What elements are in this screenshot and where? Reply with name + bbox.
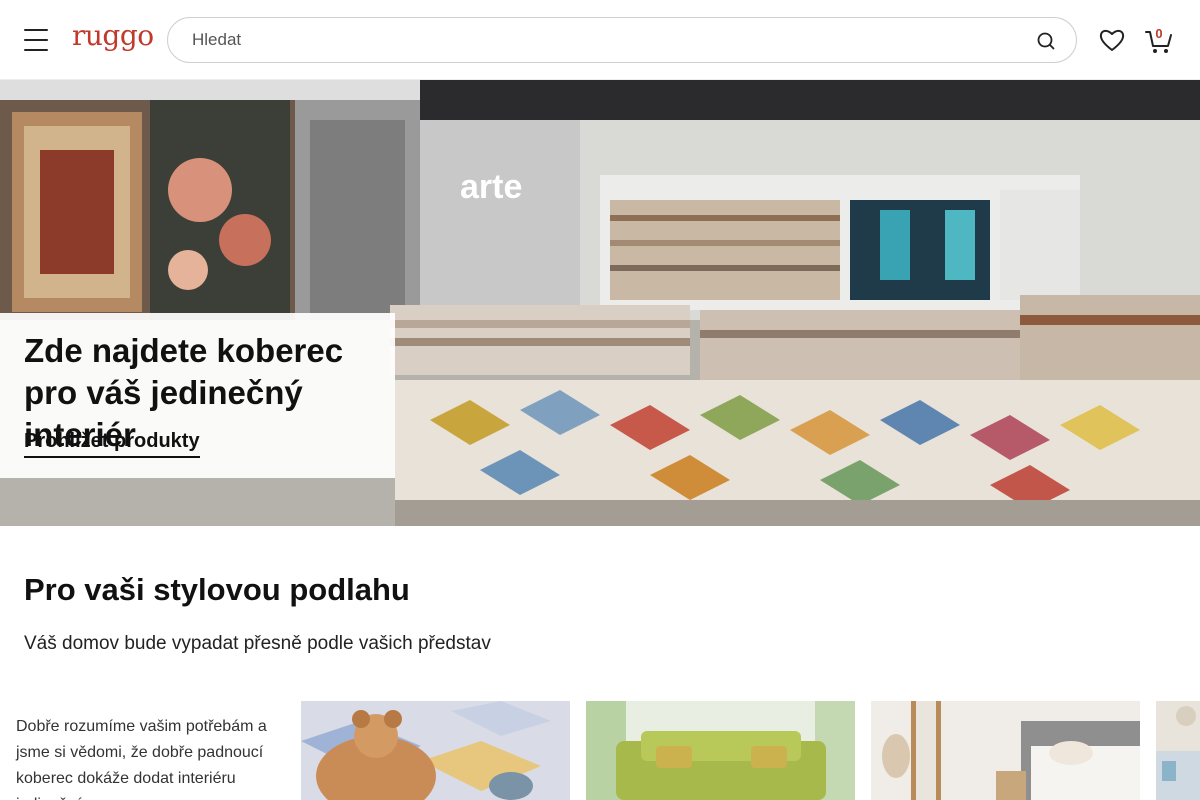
hamburger-menu-icon[interactable]	[24, 27, 48, 51]
cart-count-badge: 0	[1155, 26, 1163, 41]
hero-banner[interactable]: arte Zde najdete koberec pro váš jedineč…	[0, 80, 1200, 526]
site-logo[interactable]: ruggo	[72, 19, 154, 52]
category-tile-bedroom[interactable]	[871, 701, 1140, 800]
site-header: ruggo 0	[0, 0, 1200, 80]
section-intro-text: Dobře rozumíme vašim potřebám a jsme si …	[16, 718, 267, 800]
category-tile-kids[interactable]	[301, 701, 570, 800]
store-sign-text: arte	[460, 168, 522, 206]
search-input[interactable]	[192, 18, 1012, 62]
bedroom-image	[871, 701, 1140, 800]
section-title: Pro vaši stylovou podlahu	[24, 572, 410, 607]
category-tile-more[interactable]	[1156, 701, 1200, 800]
search-bar	[167, 17, 1077, 63]
kids-room-image	[301, 701, 570, 800]
kids-shelf-image	[1156, 701, 1200, 800]
browse-products-link[interactable]: Prohlížet produkty	[24, 430, 200, 458]
living-room-image	[586, 701, 855, 800]
heart-icon[interactable]	[1098, 26, 1126, 54]
section-subtitle: Váš domov bude vypadat přesně podle vaši…	[24, 633, 491, 654]
search-icon[interactable]	[1036, 31, 1056, 51]
category-tile-living-room[interactable]	[586, 701, 855, 800]
